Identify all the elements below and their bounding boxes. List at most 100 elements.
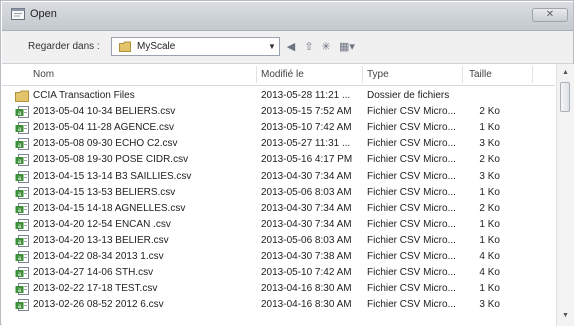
file-size: 3 Ko [479,299,500,311]
file-type: Fichier CSV Micro... [367,283,456,295]
new-folder-icon[interactable]: ✳ [319,40,333,54]
csv-file-icon: a [15,234,29,247]
file-name: 2013-04-15 13-14 B3 SAILLIES.csv [33,170,192,182]
file-row[interactable]: a 2013-04-22 08-34 2013 1.csv 2013-04-30 7… [2,249,555,265]
file-row[interactable]: a 2013-04-15 14-18 AGNELLES.csv 2013-04-30… [2,201,555,217]
column-name-header[interactable]: Nom [33,69,54,80]
file-name: 2013-04-15 14-18 AGNELLES.csv [33,202,186,214]
csv-file-icon: a [15,267,29,280]
csv-file-icon: a [15,106,29,119]
look-in-bar: Regarder dans : MyScale ▼ ◀ ⇧ ✳ ▦▾ [2,31,573,63]
file-type: Fichier CSV Micro... [367,299,456,311]
file-type: Fichier CSV Micro... [367,234,456,246]
file-size: 3 Ko [479,170,500,182]
file-name: 2013-04-22 08-34 2013 1.csv [33,251,164,262]
file-name: 2013-04-20 13-13 BELIER.csv [33,234,169,246]
file-type: Fichier CSV Micro... [367,186,456,198]
file-name: 2013-02-26 08-52 2012 6.csv [33,299,164,311]
scroll-down-arrow-icon[interactable]: ▼ [562,312,569,319]
csv-file-icon: a [15,283,29,296]
column-divider[interactable] [532,66,533,83]
file-row[interactable]: a 2013-05-08 19-30 POSE CIDR.csv 2013-05-1… [2,152,555,168]
file-row[interactable]: a 2013-02-26 08-52 2012 6.csv 2013-04-16 8… [2,297,555,313]
file-type: Fichier CSV Micro... [367,122,456,134]
file-row[interactable]: a 2013-05-04 10-34 BELIERS.csv 2013-05-15 … [2,104,555,120]
csv-file-icon: a [15,186,29,199]
column-divider[interactable] [362,66,363,83]
csv-file-icon: a [15,122,29,135]
scroll-up-arrow-icon[interactable]: ▲ [562,69,569,76]
file-size: 2 Ko [479,154,500,166]
open-dialog-icon [11,8,25,20]
file-modified-date: 2013-04-16 8:30 AM [261,283,352,295]
file-modified-date: 2013-05-10 7:42 AM [261,122,352,134]
file-row[interactable]: a 2013-02-22 17-18 TEST.csv 2013-04-16 8:3… [2,281,555,297]
file-row[interactable]: a 2013-04-27 14-06 STH.csv 2013-05-10 7:42… [2,265,555,281]
file-size: 2 Ko [479,106,500,118]
file-size: 1 Ko [479,218,500,230]
vertical-scrollbar[interactable]: ▲ ▼ [556,64,574,326]
file-size: 1 Ko [479,122,500,134]
column-divider[interactable] [256,66,257,83]
file-modified-date: 2013-04-30 7:34 AM [261,202,352,214]
close-button[interactable]: ✕ [532,8,568,22]
title-bar: Open ✕ [2,2,573,31]
file-type: Fichier CSV Micro... [367,106,456,118]
current-folder-name: MyScale [137,41,176,52]
csv-file-icon: a [15,138,29,151]
csv-file-icon: a [15,202,29,215]
file-type: Fichier CSV Micro... [367,154,456,166]
close-icon: ✕ [545,9,555,20]
file-modified-date: 2013-05-06 8:03 AM [261,234,352,246]
file-name: 2013-05-04 10-34 BELIERS.csv [33,106,176,118]
column-date-header[interactable]: Modifié le [261,69,304,80]
back-icon[interactable]: ◀ [284,40,298,54]
file-modified-date: 2013-04-30 7:34 AM [261,170,352,182]
file-type: Fichier CSV Micro... [367,267,456,279]
file-name: 2013-04-20 12-54 ENCAN .csv [33,218,171,230]
column-divider[interactable] [462,66,463,83]
file-row[interactable]: a 2013-04-20 12-54 ENCAN .csv 2013-04-30 7… [2,217,555,233]
file-type: Fichier CSV Micro... [367,218,456,230]
file-row[interactable]: a 2013-05-08 09-30 ECHO C2.csv 2013-05-27 … [2,136,555,152]
file-modified-date: 2013-04-30 7:38 AM [261,251,352,262]
file-size: 1 Ko [479,234,500,246]
file-type: Dossier de fichiers [367,90,450,101]
chevron-down-icon: ▼ [268,42,276,51]
column-header: Nom Modifié le Type Taille [2,64,555,86]
folder-icon [119,41,131,52]
file-name: 2013-04-15 13-53 BELIERS.csv [33,186,176,198]
csv-file-icon: a [15,299,29,312]
up-folder-icon[interactable]: ⇧ [302,40,316,54]
file-name: 2013-05-08 19-30 POSE CIDR.csv [33,154,189,166]
file-type: Fichier CSV Micro... [367,138,456,150]
folder-icon [15,90,29,102]
file-name: CCIA Transaction Files [33,90,135,101]
look-in-dropdown[interactable]: MyScale ▼ [111,37,280,56]
file-name: 2013-05-04 11-28 AGENCE.csv [33,122,175,134]
file-name: 2013-04-27 14-06 STH.csv [33,267,154,279]
file-modified-date: 2013-05-15 7:52 AM [261,106,352,118]
file-type: Fichier CSV Micro... [367,251,456,262]
file-row[interactable]: CCIA Transaction Files 2013-05-28 11:21 .… [2,88,555,104]
scrollbar-thumb[interactable] [560,82,570,112]
file-size: 2 Ko [479,202,500,214]
file-modified-date: 2013-05-06 8:03 AM [261,186,352,198]
column-type-header[interactable]: Type [367,69,389,80]
file-modified-date: 2013-05-28 11:21 ... [261,90,351,101]
file-row[interactable]: a 2013-04-15 13-53 BELIERS.csv 2013-05-06 … [2,185,555,201]
file-size: 4 Ko [479,267,500,279]
file-row[interactable]: a 2013-05-04 11-28 AGENCE.csv 2013-05-10 7… [2,120,555,136]
file-modified-date: 2013-05-16 4:17 PM [261,154,353,166]
file-name: 2013-05-08 09-30 ECHO C2.csv [33,138,178,150]
column-size-header[interactable]: Taille [469,69,492,80]
file-modified-date: 2013-05-27 11:31 ... [261,138,351,150]
csv-file-icon: a [15,251,29,263]
open-dialog: Open ✕ Regarder dans : MyScale ▼ ◀ ⇧ ✳ ▦… [0,0,574,326]
file-modified-date: 2013-04-16 8:30 AM [261,299,352,311]
file-row[interactable]: a 2013-04-15 13-14 B3 SAILLIES.csv 2013-04… [2,169,555,185]
view-menu-icon[interactable]: ▦▾ [336,40,358,54]
file-type: Fichier CSV Micro... [367,170,456,182]
file-row[interactable]: a 2013-04-20 13-13 BELIER.csv 2013-05-06 8… [2,233,555,249]
file-size: 4 Ko [479,251,500,262]
